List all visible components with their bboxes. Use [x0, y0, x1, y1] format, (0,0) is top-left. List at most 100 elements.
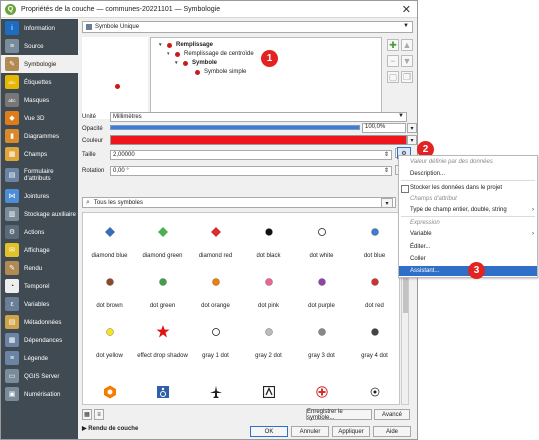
ring-symbol-icon	[189, 325, 242, 339]
renderer-select[interactable]: Symbole Unique ▼	[82, 21, 413, 33]
expand-arrow-icon[interactable]: ▾	[167, 51, 175, 57]
icon-view-button[interactable]: ▦	[82, 409, 92, 420]
menu-item[interactable]: Description...	[399, 169, 537, 179]
symbol-library-item[interactable]: diamond red	[189, 225, 242, 259]
menu-item[interactable]: Coller	[399, 254, 537, 264]
menu-item[interactable]: Stocker les données dans le projet	[399, 183, 537, 193]
sidebar-item-legend[interactable]: ≡ Légende	[1, 349, 78, 367]
sidebar-item-paintbrush[interactable]: ✎ Symbologie	[1, 55, 78, 73]
color-button[interactable]	[110, 135, 407, 145]
opacity-spinbox[interactable]: 100,0%	[362, 123, 406, 133]
menu-item[interactable]: Variable ›	[399, 229, 537, 239]
lock-icon[interactable]: ▢	[387, 71, 399, 83]
symbol-library-item[interactable]	[242, 385, 295, 404]
sidebar-item-qgis-server[interactable]: ▭ QGIS Server	[1, 367, 78, 385]
sidebar-item-variables[interactable]: ε Variables	[1, 295, 78, 313]
sidebar-item-label: Symbologie	[24, 60, 57, 68]
sidebar-item-source[interactable]: ≡ Source	[1, 37, 78, 55]
sidebar-item-masks[interactable]: abc Masques	[1, 91, 78, 109]
sidebar-item-auxiliary-storage[interactable]: ▥ Stockage auxiliaire	[1, 205, 78, 223]
unit-select[interactable]: Millimètres ▼	[110, 111, 407, 122]
opacity-slider[interactable]	[110, 125, 360, 130]
tree-item-label: Remplissage de centroïde	[184, 51, 254, 57]
symbol-library-item[interactable]	[136, 385, 189, 404]
sidebar-item-metadata[interactable]: ▤ Métadonnées	[1, 313, 78, 331]
duplicate-icon[interactable]: ❐	[401, 71, 413, 83]
rotation-spinbox[interactable]: 0,00 ° ⇕	[110, 165, 392, 176]
symbol-library-item[interactable]	[83, 385, 136, 404]
sidebar-item-display[interactable]: ✉ Affichage	[1, 241, 78, 259]
move-down-icon[interactable]: ▼	[401, 55, 413, 67]
menu-separator	[401, 180, 535, 181]
star-symbol-icon	[136, 325, 189, 339]
tree-item[interactable]: ▾ Remplissage de centroïde	[167, 51, 254, 57]
symbol-library-item[interactable]	[189, 385, 242, 404]
sidebar-item-label: Étiquettes	[24, 78, 52, 86]
menu-item[interactable]: Type de champ entier, double, string ›	[399, 205, 537, 215]
sidebar-item-rendering[interactable]: ✎ Rendu	[1, 259, 78, 277]
sidebar-item-digitizing[interactable]: ▣ Numérisation	[1, 385, 78, 403]
size-spinbox[interactable]: 2,00000 ⇕	[110, 149, 392, 160]
sidebar-item-temporal[interactable]: ◔ Temporel	[1, 277, 78, 295]
advanced-button[interactable]: Avancé	[374, 409, 410, 420]
symbol-library-item[interactable]: dot brown	[83, 275, 136, 309]
tree-item-label: Remplissage	[176, 42, 214, 48]
symbol-library-item[interactable]: gray 4 dot	[348, 325, 399, 359]
save-symbol-button[interactable]: Enregistrer le symbole...	[306, 409, 372, 421]
tree-item[interactable]: ▾ Symbole	[175, 60, 217, 66]
expand-arrow-icon[interactable]: ▾	[175, 60, 183, 66]
symbol-library-item[interactable]: dot blue	[348, 225, 399, 259]
sidebar-item-3d-view[interactable]: ◆ Vue 3D	[1, 109, 78, 127]
filter-menu-icon[interactable]: ▾	[381, 198, 393, 208]
spin-arrows-icon: ⇕	[383, 167, 389, 174]
symbol-library-item[interactable]: dot purple	[295, 275, 348, 309]
symbol-library-item[interactable]: dot green	[136, 275, 189, 309]
sidebar-item-diagrams[interactable]: ▮ Diagrammes	[1, 127, 78, 145]
symbol-library-item[interactable]: dot yellow	[83, 325, 136, 359]
tree-item[interactable]: Symbole simple	[195, 69, 246, 75]
symbol-library-item[interactable]: diamond blue	[83, 225, 136, 259]
sidebar-item-label: Information	[24, 24, 55, 32]
sidebar-item-labels[interactable]: abc Étiquettes	[1, 73, 78, 91]
remove-layer-button[interactable]: −	[387, 55, 399, 67]
ok-button[interactable]: OK	[250, 426, 288, 437]
symbol-library-item[interactable]: gray 3 dot	[295, 325, 348, 359]
symbol-library-item[interactable]: gray 2 dot	[242, 325, 295, 359]
sidebar-item-label: QGIS Server	[24, 372, 60, 380]
move-up-icon[interactable]: ▲	[401, 39, 413, 51]
apply-button[interactable]: Appliquer	[332, 426, 370, 437]
spin-arrows-icon: ⇕	[383, 151, 389, 158]
sidebar-item-fields[interactable]: ▦ Champs	[1, 145, 78, 163]
layer-rendering-section[interactable]: ▶ Rendu de couche	[82, 425, 138, 432]
add-layer-button[interactable]: ✚	[387, 39, 399, 51]
symbol-library-item[interactable]: dot red	[348, 275, 399, 309]
help-button[interactable]: Aide	[373, 426, 411, 437]
list-view-button[interactable]: ≡	[94, 409, 104, 420]
menu-item[interactable]: Éditer...	[399, 242, 537, 252]
chevron-down-icon: ▼	[398, 112, 404, 119]
tree-item[interactable]: ▾ Remplissage	[159, 42, 213, 48]
symbol-library-item[interactable]: gray 1 dot	[189, 325, 242, 359]
symbol-library-item[interactable]	[348, 385, 399, 404]
expand-arrow-icon[interactable]: ▾	[159, 42, 167, 48]
sidebar-item-info[interactable]: i Information	[1, 19, 78, 37]
symbol-library-item[interactable]: dot white	[295, 225, 348, 259]
symbol-library-item[interactable]: dot pink	[242, 275, 295, 309]
symbol-library-item[interactable]	[295, 385, 348, 404]
symbol-library-item[interactable]: dot orange	[189, 275, 242, 309]
close-icon[interactable]: ✕	[402, 3, 411, 16]
symbol-filter[interactable]: ⌕ Tous les symboles	[82, 197, 396, 208]
symbol-library-item[interactable]: diamond green	[136, 225, 189, 259]
cancel-button[interactable]: Annuler	[291, 426, 329, 437]
symbol-library-item[interactable]: effect drop shadow	[136, 325, 189, 359]
sidebar-item-attribute-form[interactable]: ▤ Formulaire d'attributs	[1, 163, 78, 187]
data-defined-override-icon[interactable]: ▾	[407, 135, 417, 145]
unit-row: Unité Millimètres ▼	[80, 111, 417, 122]
sidebar-item-joins[interactable]: ⋈ Jointures	[1, 187, 78, 205]
data-defined-override-icon[interactable]: ▾	[407, 123, 417, 133]
labels-icon: abc	[5, 75, 19, 89]
symbol-library-item[interactable]: dot black	[242, 225, 295, 259]
sidebar-item-actions[interactable]: ⚙ Actions	[1, 223, 78, 241]
hexagon-symbol-icon	[83, 385, 136, 399]
sidebar-item-dependencies[interactable]: ▦ Dépendances	[1, 331, 78, 349]
